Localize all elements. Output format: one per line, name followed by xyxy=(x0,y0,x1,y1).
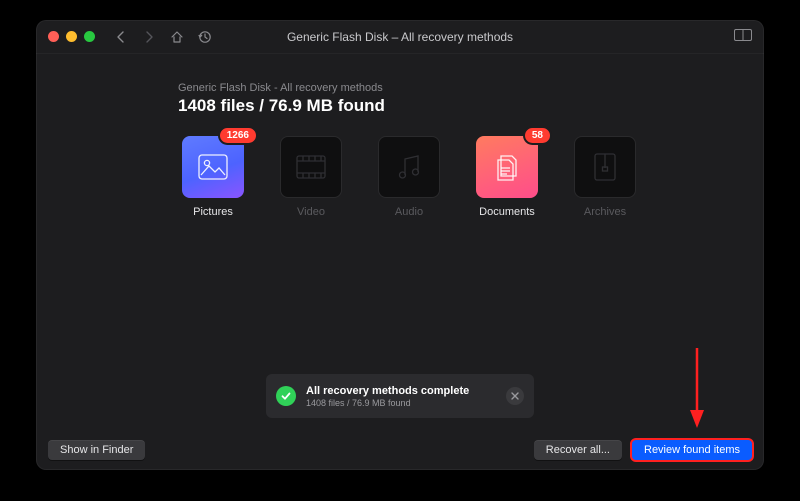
category-documents[interactable]: 58 Documents xyxy=(472,136,542,218)
app-window: Generic Flash Disk – All recovery method… xyxy=(36,20,764,470)
category-row: 1266 Pictures xyxy=(36,116,764,218)
results-subhead: Generic Flash Disk - All recovery method… xyxy=(178,82,764,94)
category-label-audio: Audio xyxy=(395,206,423,218)
show-in-finder-button[interactable]: Show in Finder xyxy=(48,440,145,460)
toolbar-nav xyxy=(113,29,213,45)
traffic-lights xyxy=(36,31,95,42)
status-subtitle: 1408 files / 76.9 MB found xyxy=(306,398,496,408)
minimize-window-button[interactable] xyxy=(66,31,77,42)
results-headline: 1408 files / 76.9 MB found xyxy=(178,96,764,116)
close-window-button[interactable] xyxy=(48,31,59,42)
music-icon xyxy=(396,153,422,181)
check-icon xyxy=(276,386,296,406)
recover-all-button[interactable]: Recover all... xyxy=(534,440,622,460)
film-icon xyxy=(296,155,326,179)
status-title: All recovery methods complete xyxy=(306,385,496,397)
category-audio[interactable]: Audio xyxy=(374,136,444,218)
category-badge-documents: 58 xyxy=(525,128,550,143)
category-tile-archives xyxy=(574,136,636,198)
category-label-archives: Archives xyxy=(584,206,626,218)
forward-button[interactable] xyxy=(141,29,157,45)
zoom-window-button[interactable] xyxy=(84,31,95,42)
dismiss-toast-button[interactable] xyxy=(506,387,524,405)
results-heading: Generic Flash Disk - All recovery method… xyxy=(36,54,764,116)
category-tile-video xyxy=(280,136,342,198)
status-text: All recovery methods complete 1408 files… xyxy=(306,385,496,408)
footer-bar: Show in Finder Recover all... Review fou… xyxy=(36,440,764,460)
documents-icon xyxy=(493,152,521,182)
archive-icon xyxy=(593,152,617,182)
history-button[interactable] xyxy=(197,29,213,45)
home-button[interactable] xyxy=(169,29,185,45)
category-label-documents: Documents xyxy=(479,206,535,218)
category-pictures[interactable]: 1266 Pictures xyxy=(178,136,248,218)
category-video[interactable]: Video xyxy=(276,136,346,218)
view-mode-button[interactable] xyxy=(734,28,752,46)
category-label-pictures: Pictures xyxy=(193,206,233,218)
image-icon xyxy=(198,154,228,180)
status-toast: All recovery methods complete 1408 files… xyxy=(266,374,534,418)
main-content: Generic Flash Disk - All recovery method… xyxy=(36,54,764,470)
category-badge-pictures: 1266 xyxy=(220,128,256,143)
category-label-video: Video xyxy=(297,206,325,218)
category-tile-audio xyxy=(378,136,440,198)
category-tile-documents: 58 xyxy=(476,136,538,198)
back-button[interactable] xyxy=(113,29,129,45)
category-archives[interactable]: Archives xyxy=(570,136,640,218)
titlebar: Generic Flash Disk – All recovery method… xyxy=(36,20,764,54)
review-found-items-button[interactable]: Review found items xyxy=(632,440,752,460)
category-tile-pictures: 1266 xyxy=(182,136,244,198)
